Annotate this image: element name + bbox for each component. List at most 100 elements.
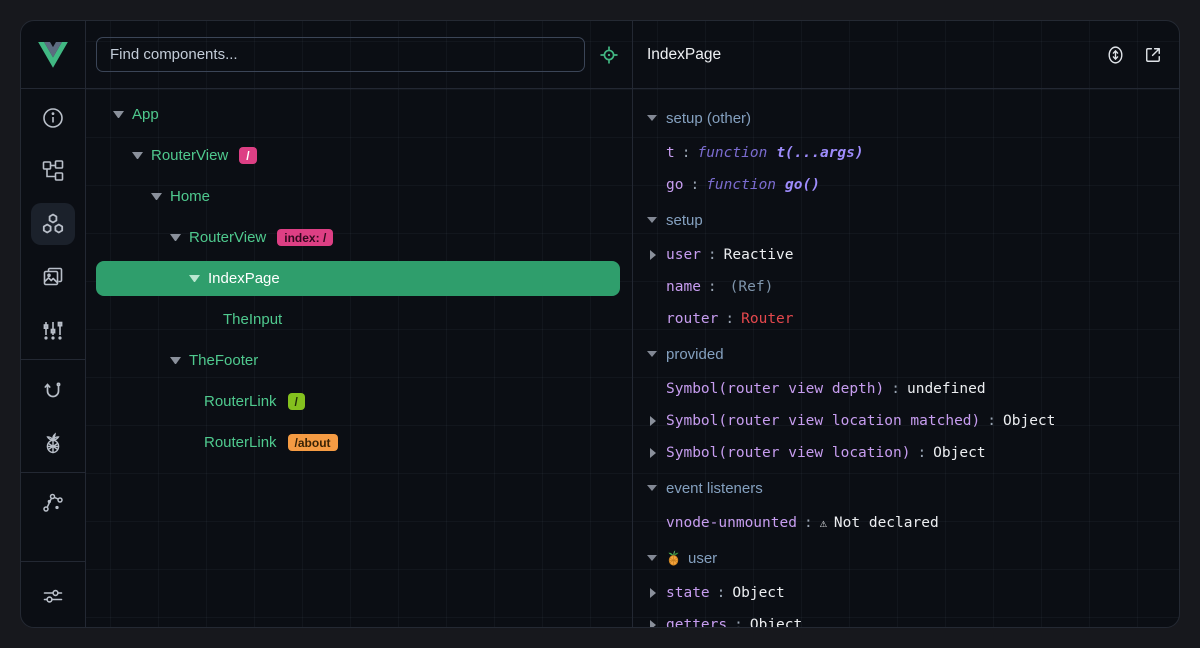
component-label: RouterView: [189, 229, 266, 246]
expander-down-icon: [647, 217, 657, 224]
tree-row-routerview-2[interactable]: RouterView index: /: [86, 217, 632, 258]
inspect-target-button[interactable]: [598, 44, 620, 66]
inspector-header-actions: [1105, 44, 1163, 66]
sidebar-bottom-group: [21, 558, 85, 627]
state-value: Object: [1003, 413, 1055, 429]
expander-down-icon: [647, 555, 657, 562]
assets-icon: [41, 265, 65, 289]
info-icon: [41, 106, 65, 130]
section-event-listeners[interactable]: event listeners: [633, 469, 1179, 507]
sidebar-item-pages[interactable]: [21, 144, 85, 197]
expander-down-icon[interactable]: [113, 111, 124, 119]
state-inspector: setup (other) t : function t(...args) go…: [633, 89, 1179, 627]
vue-logo[interactable]: [21, 21, 85, 89]
search-input[interactable]: [96, 37, 585, 72]
expander-right-icon[interactable]: [650, 416, 657, 426]
sidebar-item-overview[interactable]: [21, 91, 85, 144]
separator: :: [734, 617, 743, 627]
state-row-name[interactable]: name : (Ref): [633, 271, 1179, 303]
section-user-store[interactable]: user: [633, 539, 1179, 577]
component-label: TheInput: [223, 311, 282, 328]
tree-row-thefooter[interactable]: TheFooter: [86, 340, 632, 381]
separator: :: [804, 515, 813, 531]
component-label: Home: [170, 188, 210, 205]
expander-down-icon[interactable]: [170, 357, 181, 365]
scroll-to-component-button[interactable]: [1105, 44, 1126, 66]
function-keyword: function: [697, 145, 767, 161]
sidebar-item-pinia[interactable]: [21, 416, 85, 469]
pineapple-icon: [666, 550, 681, 566]
state-key: vnode-unmounted: [666, 515, 797, 531]
tree-row-theinput[interactable]: TheInput: [86, 299, 632, 340]
state-row-state[interactable]: state : Object: [633, 577, 1179, 609]
state-row-router-view-depth[interactable]: Symbol(router view depth) : undefined: [633, 373, 1179, 405]
expander-down-icon: [647, 485, 657, 492]
state-row-t[interactable]: t : function t(...args): [633, 137, 1179, 169]
timeline-icon: [41, 318, 65, 342]
state-value: (Ref): [730, 279, 774, 295]
inspected-component-title: IndexPage: [647, 46, 1105, 64]
sidebar-item-components[interactable]: [21, 197, 85, 250]
expander-right-icon[interactable]: [650, 448, 657, 458]
expander-down-icon[interactable]: [170, 234, 181, 242]
sidebar-divider: [21, 472, 85, 473]
tree-row-routerlink-2[interactable]: RouterLink /about: [86, 422, 632, 463]
tree-row-indexpage-selected[interactable]: IndexPage: [96, 261, 620, 296]
expander-right-icon[interactable]: [650, 620, 657, 627]
separator: :: [891, 381, 900, 397]
state-row-go[interactable]: go : function go(): [633, 169, 1179, 201]
section-label: setup: [666, 212, 703, 229]
function-keyword: function: [706, 177, 776, 193]
expander-down-icon[interactable]: [132, 152, 143, 160]
open-in-editor-button[interactable]: [1143, 45, 1163, 65]
sidebar: [21, 21, 86, 627]
section-label: user: [688, 550, 717, 567]
vue-logo-icon: [38, 42, 68, 68]
sidebar-item-assets[interactable]: [21, 250, 85, 303]
separator: :: [717, 585, 726, 601]
component-label: RouterLink: [204, 393, 277, 410]
state-key: Symbol(router view depth): [666, 381, 884, 397]
sidebar-item-router[interactable]: [21, 363, 85, 416]
expander-down-icon: [647, 351, 657, 358]
separator: :: [708, 247, 717, 263]
state-row-router[interactable]: router : Router: [633, 303, 1179, 335]
section-setup-other[interactable]: setup (other): [633, 99, 1179, 137]
tree-row-app[interactable]: App: [86, 94, 632, 135]
separator: :: [690, 177, 699, 193]
sidebar-item-settings[interactable]: [21, 565, 85, 627]
state-value: Not declared: [834, 515, 939, 531]
route-badge: /about: [288, 434, 338, 451]
active-highlight: [31, 203, 75, 245]
sidebar-item-graph[interactable]: [21, 476, 85, 529]
expander-right-icon[interactable]: [650, 588, 657, 598]
expander-down-icon: [647, 115, 657, 122]
expander-right-icon[interactable]: [650, 250, 657, 260]
components-icon: [41, 212, 65, 236]
tree-row-home[interactable]: Home: [86, 176, 632, 217]
state-key: state: [666, 585, 710, 601]
target-icon: [599, 45, 619, 65]
inspector-panel: IndexPage: [633, 21, 1179, 627]
state-value: Reactive: [724, 247, 794, 263]
tree-row-routerview-1[interactable]: RouterView /: [86, 135, 632, 176]
state-value: Object: [750, 617, 802, 627]
section-provided[interactable]: provided: [633, 335, 1179, 373]
tree-row-routerlink-1[interactable]: RouterLink /: [86, 381, 632, 422]
sidebar-item-timeline[interactable]: [21, 303, 85, 356]
state-row-router-view-location-matched[interactable]: Symbol(router view location matched) : O…: [633, 405, 1179, 437]
open-external-icon: [1143, 45, 1163, 65]
router-hook-icon: [41, 378, 65, 402]
state-row-getters[interactable]: getters : Object: [633, 609, 1179, 627]
function-signature: go(): [785, 177, 820, 193]
state-row-vnode-unmounted[interactable]: vnode-unmounted : ⚠ Not declared: [633, 507, 1179, 539]
expander-down-icon[interactable]: [151, 193, 162, 201]
section-label: setup (other): [666, 110, 751, 127]
scroll-to-icon: [1105, 44, 1126, 66]
state-row-router-view-location[interactable]: Symbol(router view location) : Object: [633, 437, 1179, 469]
state-row-user[interactable]: user : Reactive: [633, 239, 1179, 271]
expander-down-icon[interactable]: [189, 275, 200, 283]
section-setup[interactable]: setup: [633, 201, 1179, 239]
state-key: user: [666, 247, 701, 263]
function-signature: t(...args): [776, 145, 863, 161]
